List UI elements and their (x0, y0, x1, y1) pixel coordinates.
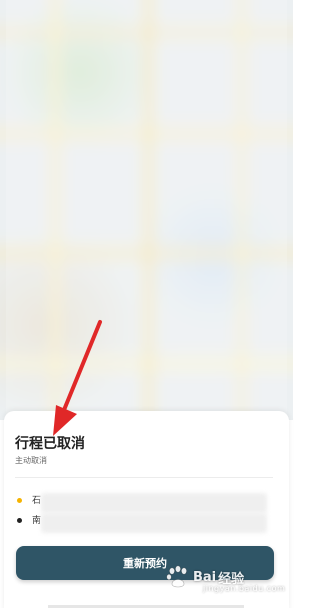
divider (15, 477, 273, 478)
route-end-row: 南 (15, 513, 275, 533)
trip-status-subtitle: 主动取消 (15, 456, 47, 465)
start-location: 石 (32, 496, 42, 506)
end-location: 南 (32, 516, 42, 526)
baidu-jingyan-watermark: Bai 经验 jingyan.baidu.com (165, 557, 289, 597)
map-overlay (6, 0, 287, 420)
end-dot-icon (17, 518, 22, 523)
map-view[interactable] (0, 0, 293, 420)
start-dot-icon (17, 498, 22, 503)
watermark-url: jingyan.baidu.com (203, 584, 286, 593)
trip-status-title: 行程已取消 (15, 436, 85, 452)
route-start-row: 石 (15, 493, 275, 513)
watermark-brand: Bai (193, 569, 217, 585)
end-location-redacted (41, 513, 267, 533)
paw-icon (166, 565, 187, 588)
start-location-redacted (41, 493, 267, 513)
